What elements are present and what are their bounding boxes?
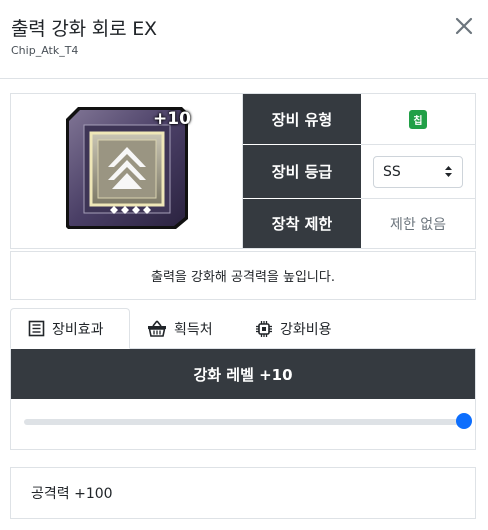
tab-enhance-cost[interactable]: 강화비용 <box>255 308 332 349</box>
enhance-level-slider[interactable] <box>24 419 464 425</box>
slider-thumb[interactable] <box>456 413 472 429</box>
item-title: 출력 강화 회로 EX <box>11 18 157 40</box>
grade-select[interactable]: SS <box>373 155 463 188</box>
item-image-cell: +10 <box>11 94 243 248</box>
sort-arrows-icon <box>445 166 452 177</box>
item-code: Chip_Atk_T4 <box>11 44 79 57</box>
row-label-type: 장비 유형 <box>243 94 361 144</box>
close-icon[interactable] <box>453 15 475 37</box>
restriction-text: 제한 없음 <box>390 216 446 233</box>
detail-tabs: 장비효과 획득처 강화비용 <box>10 308 476 349</box>
tab-label: 강화비용 <box>280 321 332 338</box>
type-badge: 칩 <box>409 109 427 129</box>
stat-panel: 공격력 +100 <box>10 467 476 519</box>
row-label-restriction: 장착 제한 <box>243 199 361 248</box>
tab-acquisition[interactable]: 획득처 <box>147 308 213 349</box>
enhance-overlay-label: +10 <box>153 109 191 129</box>
item-info-table: +10 장비 유형 칩 장비 등급 SS 장착 제한 제한 없음 <box>10 93 476 249</box>
tab-label: 획득처 <box>174 321 213 338</box>
basket-icon <box>148 320 166 337</box>
row-label-grade: 장비 등급 <box>243 145 361 198</box>
modal-header: 출력 강화 회로 EX Chip_Atk_T4 <box>0 0 488 79</box>
row-value-restriction: 제한 없음 <box>361 199 475 248</box>
grade-select-value: SS <box>383 163 401 180</box>
stat-line: 공격력 +100 <box>31 486 113 502</box>
row-value-type: 칩 <box>361 94 475 144</box>
item-description: 출력을 강화해 공격력을 높입니다. <box>10 251 476 300</box>
enhance-level-panel: 강화 레벨 +10 <box>10 349 476 450</box>
enhance-level-title: 강화 레벨 +10 <box>11 349 475 399</box>
tab-equipment-effect[interactable]: 장비효과 <box>10 308 130 349</box>
row-value-grade: SS <box>361 145 475 198</box>
description-text: 출력을 강화해 공격력을 높입니다. <box>151 270 335 285</box>
chip-icon <box>256 320 272 337</box>
document-list-icon <box>28 320 45 337</box>
tab-label: 장비효과 <box>52 321 104 338</box>
